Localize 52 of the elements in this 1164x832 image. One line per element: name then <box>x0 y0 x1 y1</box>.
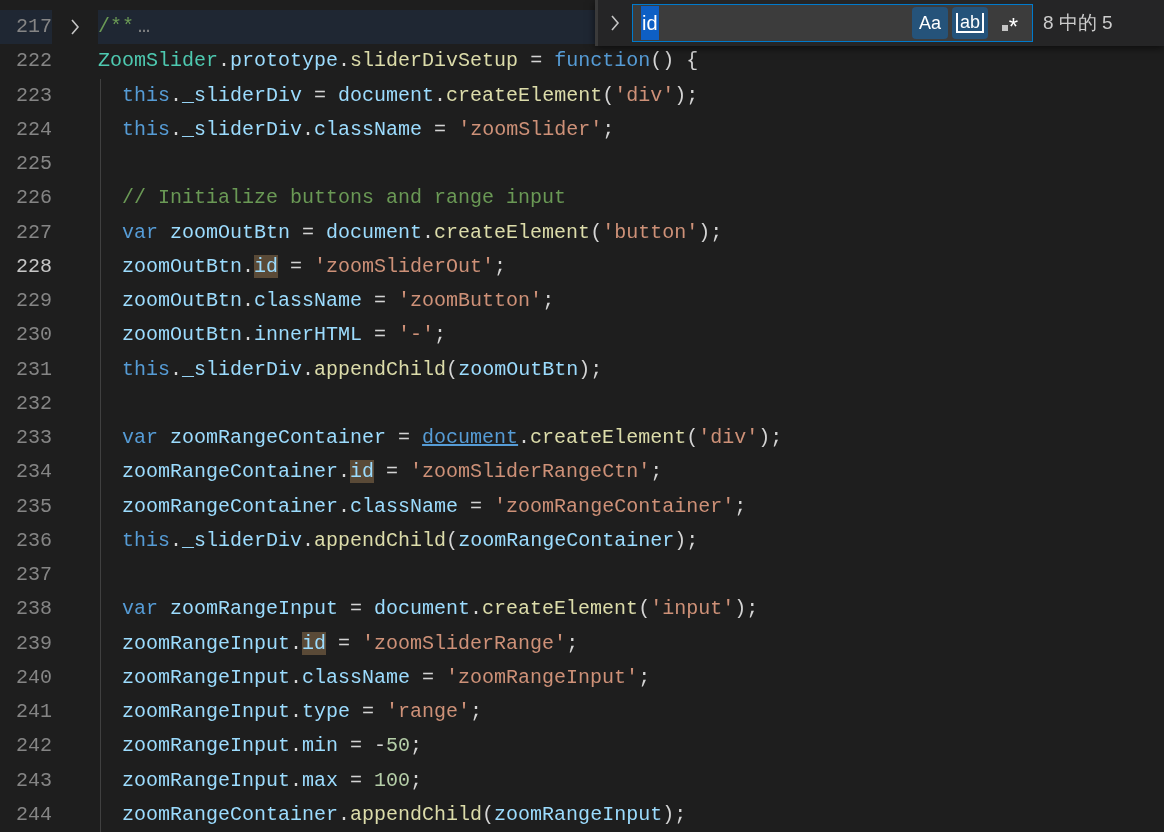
code-line: this._sliderDiv.className = 'zoomSlider'; <box>121 116 615 143</box>
code-comment: // Initialize buttons and range input <box>121 185 567 212</box>
line-number: 227 <box>15 219 52 246</box>
match-count: 8 中的 5 <box>1043 10 1113 35</box>
code-line: zoomRangeInput.id = 'zoomSliderRange'; <box>121 630 579 657</box>
line-number: 225 <box>15 151 52 178</box>
line-number: 229 <box>15 288 52 315</box>
line-number: 235 <box>15 493 52 520</box>
line-number: 226 <box>15 185 52 212</box>
code-line: zoomRangeInput.max = 100; <box>121 767 423 794</box>
code-line: var zoomRangeContainer = document.createElement('div'); <box>121 425 783 452</box>
line-number: 233 <box>15 425 52 452</box>
code-line: zoomRangeInput.min = -50; <box>121 733 423 760</box>
line-number: 222 <box>15 48 52 75</box>
line-number: 243 <box>15 767 52 794</box>
regex-button[interactable]: * <box>992 7 1028 39</box>
line-number: 239 <box>15 630 52 657</box>
code-line: this._sliderDiv = document.createElement('div'); <box>121 82 699 109</box>
code-line: zoomOutBtn.className = 'zoomButton'; <box>121 288 555 315</box>
code-line: ZoomSlider.prototype.sliderDivSetup = function() { <box>98 48 699 75</box>
line-number: 244 <box>15 801 52 828</box>
line-number: 223 <box>15 82 52 109</box>
line-number: 232 <box>15 390 52 417</box>
find-input[interactable]: id Aa ab * <box>632 4 1033 42</box>
code-line: zoomOutBtn.innerHTML = '-'; <box>121 322 447 349</box>
chevron-right-icon[interactable] <box>610 14 620 32</box>
line-number: 241 <box>15 699 52 726</box>
line-number: 234 <box>15 459 52 486</box>
code-line: zoomRangeContainer.id = 'zoomSliderRangeCtn'; <box>121 459 663 486</box>
line-number: 240 <box>15 664 52 691</box>
code-line: zoomOutBtn.id = 'zoomSliderOut'; <box>121 253 507 280</box>
code-line: /** … <box>98 14 151 41</box>
chevron-right-icon[interactable] <box>70 18 80 37</box>
line-number: 230 <box>15 322 52 349</box>
line-number: 236 <box>15 527 52 554</box>
match-case-button[interactable]: Aa <box>912 7 948 39</box>
line-number: 228 <box>15 253 52 280</box>
code-line: zoomRangeContainer.appendChild(zoomRangeInput); <box>121 801 687 828</box>
line-number: 242 <box>15 733 52 760</box>
whole-word-button[interactable]: ab <box>952 7 988 39</box>
line-number: 237 <box>15 562 52 589</box>
line-number: 238 <box>15 596 52 623</box>
line-number: 224 <box>15 116 52 143</box>
code-line: zoomRangeInput.className = 'zoomRangeInput'; <box>121 664 651 691</box>
line-number: 231 <box>15 356 52 383</box>
code-line: this._sliderDiv.appendChild(zoomOutBtn); <box>121 356 603 383</box>
code-line: zoomRangeInput.type = 'range'; <box>121 699 483 726</box>
code-line: this._sliderDiv.appendChild(zoomRangeContainer); <box>121 527 699 554</box>
line-number: 217 <box>15 14 52 41</box>
code-line: var zoomOutBtn = document.createElement('button'); <box>121 219 723 246</box>
code-line: var zoomRangeInput = document.createElement('input'); <box>121 596 759 623</box>
code-line: zoomRangeContainer.className = 'zoomRangeContainer'; <box>121 493 747 520</box>
